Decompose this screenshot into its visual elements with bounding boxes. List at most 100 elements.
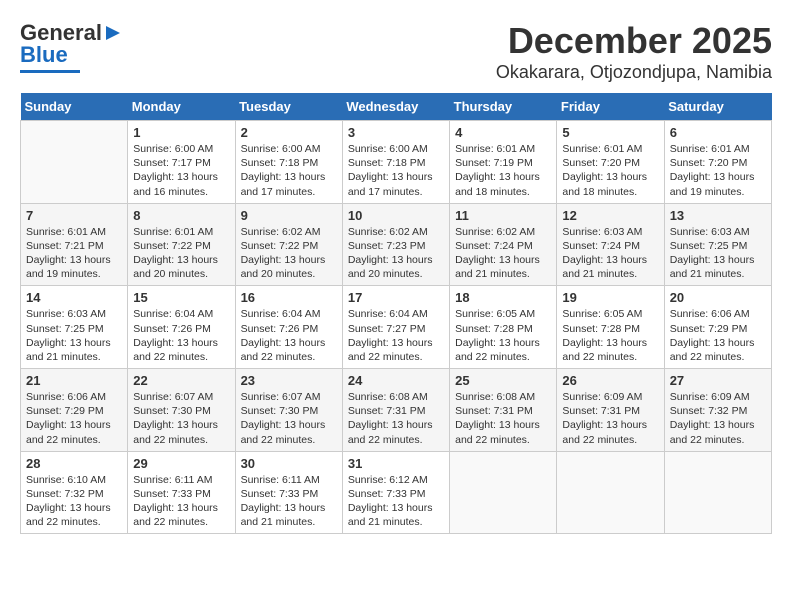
calendar-week-row: 21 Sunrise: 6:06 AM Sunset: 7:29 PM Dayli… <box>21 369 772 452</box>
logo-underline <box>20 70 80 73</box>
calendar-cell: 31 Sunrise: 6:12 AM Sunset: 7:33 PM Dayli… <box>342 451 449 534</box>
day-number: 3 <box>348 125 444 140</box>
calendar-cell: 20Sunrise: 6:06 AM Sunset: 7:29 PM Dayli… <box>664 286 771 369</box>
day-number: 22 <box>133 373 229 388</box>
calendar-cell: 16Sunrise: 6:04 AM Sunset: 7:26 PM Dayli… <box>235 286 342 369</box>
day-number: 17 <box>348 290 444 305</box>
day-number: 23 <box>241 373 337 388</box>
weekday-header: Monday <box>128 93 235 121</box>
calendar-cell: 2 Sunrise: 6:00 AM Sunset: 7:18 PM Daylig… <box>235 121 342 204</box>
cell-info: Sunrise: 6:00 AM Sunset: 7:17 PM Dayligh… <box>133 142 229 199</box>
cell-info: Sunrise: 6:07 AM Sunset: 7:30 PM Dayligh… <box>241 390 337 447</box>
cell-info: Sunrise: 6:02 AM Sunset: 7:22 PM Dayligh… <box>241 225 337 282</box>
day-number: 1 <box>133 125 229 140</box>
cell-info: Sunrise: 6:11 AM Sunset: 7:33 PM Dayligh… <box>133 473 229 530</box>
day-number: 8 <box>133 208 229 223</box>
calendar-cell: 8 Sunrise: 6:01 AM Sunset: 7:22 PM Daylig… <box>128 203 235 286</box>
calendar-cell: 15 Sunrise: 6:04 AM Sunset: 7:26 PM Dayli… <box>128 286 235 369</box>
page-header: General Blue December 2025 Okakarara, Ot… <box>20 20 772 83</box>
cell-info: Sunrise: 6:09 AM Sunset: 7:31 PM Dayligh… <box>562 390 658 447</box>
calendar-cell: 29 Sunrise: 6:11 AM Sunset: 7:33 PM Dayli… <box>128 451 235 534</box>
day-number: 28 <box>26 456 122 471</box>
day-number: 14 <box>26 290 122 305</box>
cell-info: Sunrise: 6:05 AM Sunset: 7:28 PM Dayligh… <box>562 307 658 364</box>
weekday-header: Tuesday <box>235 93 342 121</box>
day-number: 30 <box>241 456 337 471</box>
calendar-cell: 12 Sunrise: 6:03 AM Sunset: 7:24 PM Dayli… <box>557 203 664 286</box>
cell-info: Sunrise: 6:04 AM Sunset: 7:26 PM Dayligh… <box>133 307 229 364</box>
day-number: 29 <box>133 456 229 471</box>
day-number: 12 <box>562 208 658 223</box>
cell-info: Sunrise: 6:12 AM Sunset: 7:33 PM Dayligh… <box>348 473 444 530</box>
calendar-cell: 11Sunrise: 6:02 AM Sunset: 7:24 PM Dayli… <box>450 203 557 286</box>
day-number: 21 <box>26 373 122 388</box>
cell-info: Sunrise: 6:04 AM Sunset: 7:27 PM Dayligh… <box>348 307 444 364</box>
weekday-header: Wednesday <box>342 93 449 121</box>
day-number: 31 <box>348 456 444 471</box>
cell-info: Sunrise: 6:00 AM Sunset: 7:18 PM Dayligh… <box>348 142 444 199</box>
cell-info: Sunrise: 6:01 AM Sunset: 7:22 PM Dayligh… <box>133 225 229 282</box>
calendar-cell: 24 Sunrise: 6:08 AM Sunset: 7:31 PM Dayli… <box>342 369 449 452</box>
day-number: 2 <box>241 125 337 140</box>
calendar-cell <box>450 451 557 534</box>
month-title: December 2025 <box>496 20 772 62</box>
day-number: 7 <box>26 208 122 223</box>
calendar-cell: 4Sunrise: 6:01 AM Sunset: 7:19 PM Daylig… <box>450 121 557 204</box>
calendar-cell: 1 Sunrise: 6:00 AM Sunset: 7:17 PM Daylig… <box>128 121 235 204</box>
calendar-cell: 9 Sunrise: 6:02 AM Sunset: 7:22 PM Daylig… <box>235 203 342 286</box>
calendar-cell: 17 Sunrise: 6:04 AM Sunset: 7:27 PM Dayli… <box>342 286 449 369</box>
calendar-cell: 28Sunrise: 6:10 AM Sunset: 7:32 PM Dayli… <box>21 451 128 534</box>
cell-info: Sunrise: 6:03 AM Sunset: 7:24 PM Dayligh… <box>562 225 658 282</box>
day-number: 13 <box>670 208 766 223</box>
calendar-week-row: 28Sunrise: 6:10 AM Sunset: 7:32 PM Dayli… <box>21 451 772 534</box>
day-number: 5 <box>562 125 658 140</box>
cell-info: Sunrise: 6:05 AM Sunset: 7:28 PM Dayligh… <box>455 307 551 364</box>
calendar-cell: 5 Sunrise: 6:01 AM Sunset: 7:20 PM Daylig… <box>557 121 664 204</box>
day-number: 15 <box>133 290 229 305</box>
calendar-cell: 7 Sunrise: 6:01 AM Sunset: 7:21 PM Daylig… <box>21 203 128 286</box>
logo-text: Blue <box>20 42 68 68</box>
calendar-week-row: 7 Sunrise: 6:01 AM Sunset: 7:21 PM Daylig… <box>21 203 772 286</box>
calendar-cell: 3 Sunrise: 6:00 AM Sunset: 7:18 PM Daylig… <box>342 121 449 204</box>
location-subtitle: Okakarara, Otjozondjupa, Namibia <box>496 62 772 83</box>
calendar-cell: 18 Sunrise: 6:05 AM Sunset: 7:28 PM Dayli… <box>450 286 557 369</box>
calendar-cell: 10 Sunrise: 6:02 AM Sunset: 7:23 PM Dayli… <box>342 203 449 286</box>
calendar-cell: 23 Sunrise: 6:07 AM Sunset: 7:30 PM Dayli… <box>235 369 342 452</box>
cell-info: Sunrise: 6:07 AM Sunset: 7:30 PM Dayligh… <box>133 390 229 447</box>
day-number: 25 <box>455 373 551 388</box>
day-number: 19 <box>562 290 658 305</box>
day-number: 10 <box>348 208 444 223</box>
cell-info: Sunrise: 6:08 AM Sunset: 7:31 PM Dayligh… <box>348 390 444 447</box>
cell-info: Sunrise: 6:01 AM Sunset: 7:20 PM Dayligh… <box>562 142 658 199</box>
weekday-header: Saturday <box>664 93 771 121</box>
cell-info: Sunrise: 6:01 AM Sunset: 7:19 PM Dayligh… <box>455 142 551 199</box>
calendar-cell: 6Sunrise: 6:01 AM Sunset: 7:20 PM Daylig… <box>664 121 771 204</box>
cell-info: Sunrise: 6:00 AM Sunset: 7:18 PM Dayligh… <box>241 142 337 199</box>
title-section: December 2025 Okakarara, Otjozondjupa, N… <box>496 20 772 83</box>
cell-info: Sunrise: 6:04 AM Sunset: 7:26 PM Dayligh… <box>241 307 337 364</box>
day-number: 24 <box>348 373 444 388</box>
day-number: 6 <box>670 125 766 140</box>
cell-info: Sunrise: 6:06 AM Sunset: 7:29 PM Dayligh… <box>670 307 766 364</box>
calendar-table: SundayMondayTuesdayWednesdayThursdayFrid… <box>20 93 772 534</box>
calendar-cell: 22 Sunrise: 6:07 AM Sunset: 7:30 PM Dayli… <box>128 369 235 452</box>
cell-info: Sunrise: 6:06 AM Sunset: 7:29 PM Dayligh… <box>26 390 122 447</box>
day-number: 27 <box>670 373 766 388</box>
weekday-header: Sunday <box>21 93 128 121</box>
day-number: 18 <box>455 290 551 305</box>
cell-info: Sunrise: 6:08 AM Sunset: 7:31 PM Dayligh… <box>455 390 551 447</box>
day-number: 9 <box>241 208 337 223</box>
calendar-cell: 30Sunrise: 6:11 AM Sunset: 7:33 PM Dayli… <box>235 451 342 534</box>
calendar-cell <box>21 121 128 204</box>
weekday-header: Thursday <box>450 93 557 121</box>
cell-info: Sunrise: 6:01 AM Sunset: 7:21 PM Dayligh… <box>26 225 122 282</box>
calendar-week-row: 14 Sunrise: 6:03 AM Sunset: 7:25 PM Dayli… <box>21 286 772 369</box>
cell-info: Sunrise: 6:09 AM Sunset: 7:32 PM Dayligh… <box>670 390 766 447</box>
logo-arrow-icon <box>104 24 122 42</box>
calendar-cell <box>557 451 664 534</box>
cell-info: Sunrise: 6:02 AM Sunset: 7:23 PM Dayligh… <box>348 225 444 282</box>
cell-info: Sunrise: 6:03 AM Sunset: 7:25 PM Dayligh… <box>26 307 122 364</box>
day-number: 11 <box>455 208 551 223</box>
calendar-cell <box>664 451 771 534</box>
calendar-cell: 27 Sunrise: 6:09 AM Sunset: 7:32 PM Dayli… <box>664 369 771 452</box>
